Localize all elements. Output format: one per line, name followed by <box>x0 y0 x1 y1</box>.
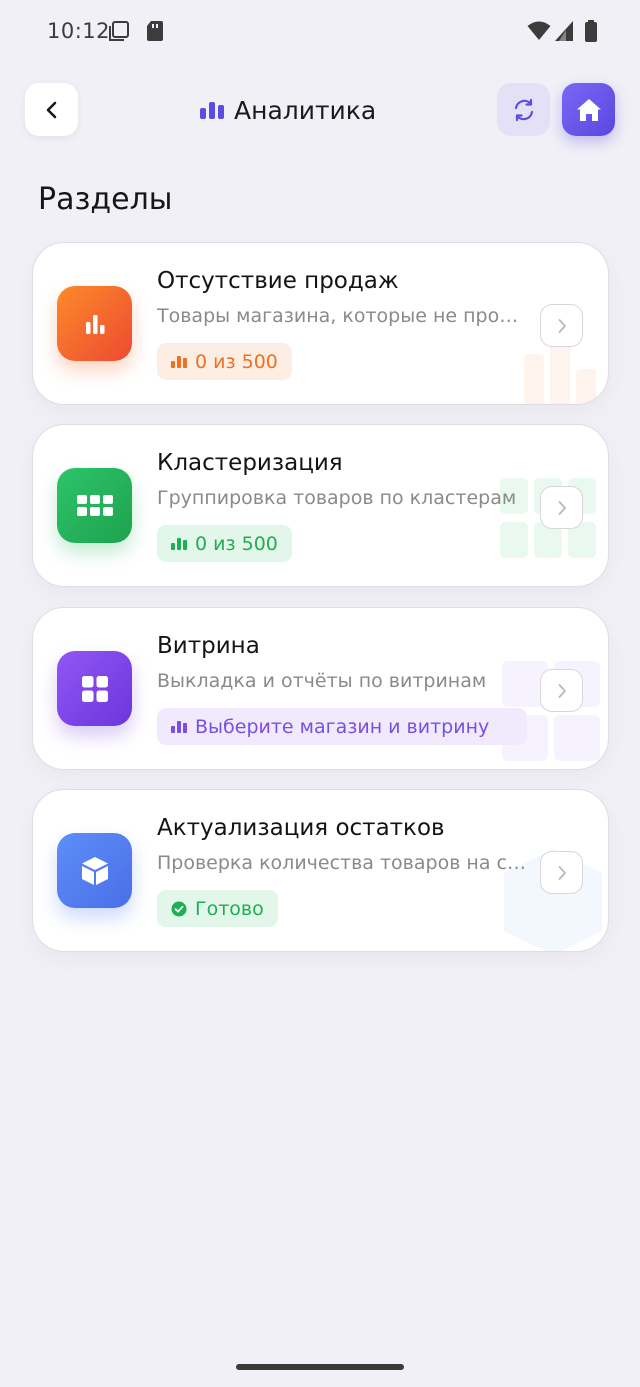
badge-label: 0 из 500 <box>195 532 278 555</box>
open-button[interactable] <box>540 669 583 712</box>
screenshot-icon <box>109 21 129 41</box>
grid-four-icon <box>57 651 132 726</box>
header: Аналитика <box>0 80 640 140</box>
open-button[interactable] <box>540 486 583 529</box>
page-title-wrap: Аналитика <box>200 92 376 128</box>
card-description: Группировка товаров по кластерам <box>157 487 517 509</box>
refresh-button[interactable] <box>497 83 550 136</box>
signal-icon <box>555 21 573 41</box>
card-title: Кластеризация <box>157 450 343 476</box>
chevron-right-icon <box>558 500 566 515</box>
bar-chart-icon <box>171 720 187 733</box>
status-badge: Готово <box>157 890 278 927</box>
chevron-right-icon <box>558 683 566 698</box>
home-indicator[interactable] <box>236 1364 404 1370</box>
chevron-right-icon <box>558 865 566 880</box>
home-icon <box>576 98 601 121</box>
status-time: 10:12 <box>47 19 111 43</box>
card-stock-update[interactable]: Актуализация остатков Проверка количеств… <box>32 789 609 952</box>
bar-chart-icon <box>200 101 224 119</box>
progress-badge: 0 из 500 <box>157 525 292 562</box>
badge-label: Готово <box>195 897 264 920</box>
wifi-icon <box>527 21 551 40</box>
page-title: Аналитика <box>234 95 377 125</box>
status-badge: Выберите магазин и витрину <box>157 708 527 745</box>
card-description: Выкладка и отчёты по витринам <box>157 670 487 692</box>
card-title: Витрина <box>157 633 260 659</box>
progress-badge: 0 из 500 <box>157 343 292 380</box>
open-button[interactable] <box>540 304 583 347</box>
home-button[interactable] <box>562 83 615 136</box>
badge-label: 0 из 500 <box>195 350 278 373</box>
check-circle-icon <box>171 901 187 916</box>
grid-six-icon <box>57 468 132 543</box>
bar-chart-icon <box>171 355 187 368</box>
chevron-left-icon <box>46 101 56 118</box>
chevron-right-icon <box>558 318 566 333</box>
bar-chart-icon <box>171 537 187 550</box>
section-title: Разделы <box>38 182 173 217</box>
card-description: Товары магазина, которые не продаются <box>157 305 529 327</box>
card-no-sales[interactable]: Отсутствие продаж Товары магазина, котор… <box>32 242 609 405</box>
sd-card-icon <box>147 21 163 41</box>
battery-icon <box>585 20 597 42</box>
badge-label: Выберите магазин и витрину <box>195 715 490 738</box>
card-description: Проверка количества товаров на складе <box>157 852 529 874</box>
status-bar: 10:12 <box>0 0 640 64</box>
card-clustering[interactable]: Кластеризация Группировка товаров по кла… <box>32 424 609 587</box>
card-title: Отсутствие продаж <box>157 268 399 294</box>
card-title: Актуализация остатков <box>157 815 445 841</box>
bar-chart-icon <box>57 286 132 361</box>
refresh-icon <box>514 98 533 121</box>
open-button[interactable] <box>540 851 583 894</box>
box-icon <box>57 833 132 908</box>
back-button[interactable] <box>25 83 78 136</box>
card-showcase[interactable]: Витрина Выкладка и отчёты по витринам Вы… <box>32 607 609 770</box>
